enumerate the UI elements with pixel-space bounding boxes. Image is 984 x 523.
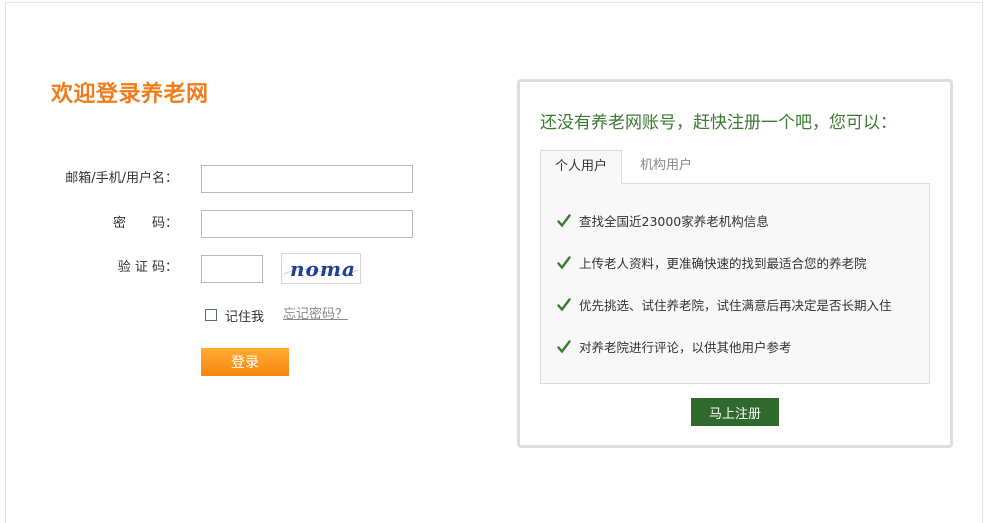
captcha-input[interactable] (201, 255, 263, 283)
remember-me[interactable]: 记住我 (205, 306, 265, 325)
register-title: 还没有养老网账号，赶快注册一个吧，您可以： (540, 113, 897, 133)
password-input[interactable] (201, 210, 413, 238)
tab-organization-user[interactable]: 机构用户 (626, 150, 706, 184)
register-panel: 还没有养老网账号，赶快注册一个吧，您可以： 个人用户 机构用户 查找全国近230… (517, 79, 953, 448)
login-title: 欢迎登录养老网 (51, 82, 209, 107)
benefit-text: 对养老院进行评论，以供其他用户参考 (579, 340, 792, 355)
list-item: 对养老院进行评论，以供其他用户参考 (557, 337, 792, 356)
list-item: 查找全国近23000家养老机构信息 (557, 211, 769, 230)
password-label: 密 码： (112, 216, 178, 231)
benefit-list: 查找全国近23000家养老机构信息 上传老人资料，更准确快速的找到最适合您的养老… (540, 183, 930, 384)
benefit-text: 优先挑选、试住养老院，试住满意后再决定是否长期入住 (579, 298, 892, 313)
remember-checkbox[interactable] (205, 309, 217, 321)
username-input[interactable] (201, 165, 413, 193)
check-icon (557, 213, 571, 227)
username-label: 邮箱/手机/用户名： (65, 171, 178, 186)
captcha-image[interactable]: noma (281, 253, 361, 284)
check-icon (557, 255, 571, 269)
captcha-text: noma (290, 257, 356, 281)
tab-personal-user[interactable]: 个人用户 (540, 150, 623, 184)
captcha-label: 验 证 码： (117, 260, 178, 275)
login-button[interactable]: 登录 (201, 348, 289, 376)
remember-label: 记住我 (225, 309, 265, 325)
forgot-password-link[interactable]: 忘记密码？ (283, 306, 348, 324)
check-icon (557, 339, 571, 353)
register-button[interactable]: 马上注册 (691, 398, 779, 426)
list-item: 优先挑选、试住养老院，试住满意后再决定是否长期入住 (557, 295, 892, 314)
benefit-text: 查找全国近23000家养老机构信息 (579, 214, 769, 229)
benefit-text: 上传老人资料，更准确快速的找到最适合您的养老院 (579, 256, 867, 271)
list-item: 上传老人资料，更准确快速的找到最适合您的养老院 (557, 253, 867, 272)
check-icon (557, 297, 571, 311)
